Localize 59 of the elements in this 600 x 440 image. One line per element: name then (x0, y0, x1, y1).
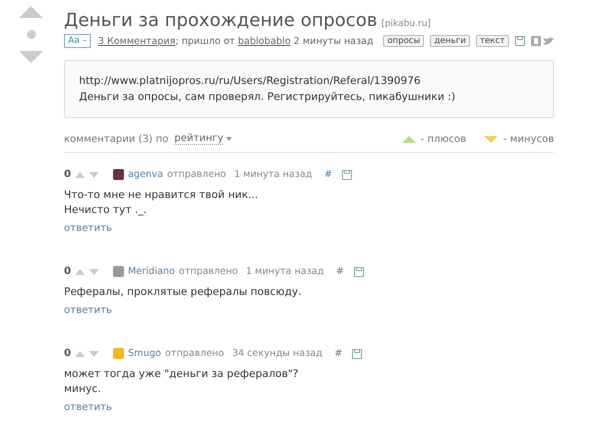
tag[interactable]: деньги (430, 35, 470, 47)
upvote-icon[interactable] (74, 268, 85, 274)
permalink[interactable]: # (324, 169, 332, 180)
comment-author[interactable]: Meridiano (128, 266, 175, 277)
reply-link[interactable]: ответить (64, 223, 112, 234)
font-size-toggle[interactable]: Aa – (64, 34, 92, 48)
plus-icon (402, 136, 416, 142)
downvote-icon[interactable] (88, 350, 99, 356)
comment-score: 0 (64, 348, 71, 359)
comment-score: 0 (64, 169, 71, 180)
comment-author[interactable]: Smugo (128, 348, 162, 359)
downvote-icon[interactable] (88, 172, 99, 178)
comment-time: 1 минута назад (246, 266, 324, 277)
comment-time: 34 секунды назад (232, 348, 322, 359)
post-title: Деньги за прохождение опросов (64, 10, 378, 31)
upvote-icon[interactable] (74, 172, 85, 178)
comment-text: минус. (64, 382, 102, 397)
comment-text: может тогда уже "деньги за рефералов"? (64, 367, 300, 382)
comment-text: Рефералы, проклятые рефералы повсюду. (64, 285, 302, 300)
post-text: http://www.platnijopros.ru/ru/Users/Registration/Referal/1390976 (79, 74, 422, 89)
save-icon[interactable] (354, 266, 364, 276)
comments-link[interactable]: 3 Комментария (98, 36, 176, 46)
bird-icon[interactable] (542, 36, 554, 46)
minus-legend: - минусов (503, 134, 554, 144)
author-link[interactable]: bablobablo (238, 36, 291, 46)
avatar-icon (112, 266, 124, 277)
save-icon[interactable] (352, 348, 362, 358)
sent-label: отправлено (165, 348, 224, 359)
comment-author[interactable]: agenva (128, 169, 164, 180)
comments-label: комментарии (3) по (64, 134, 168, 144)
post-text: Деньги за опросы, сам проверял. Регистрируйтесь, пикабушники :) (79, 90, 456, 105)
comment-time: 1 минута назад (234, 169, 312, 180)
save-icon[interactable] (514, 36, 525, 46)
comment-score: 0 (64, 266, 71, 277)
caret-icon[interactable] (226, 137, 232, 141)
plus-legend: - плюсов (420, 134, 466, 144)
comment-text: Нечисто тут ._. (64, 203, 148, 218)
tag[interactable]: текст (476, 35, 509, 47)
avatar-icon (112, 348, 124, 359)
sent-label: отправлено (178, 266, 238, 277)
upvote-icon[interactable] (74, 350, 85, 356)
dot-icon (26, 30, 36, 39)
meta-text: ; пришло от (175, 36, 236, 46)
minus-icon (484, 136, 498, 142)
source-label: [pikabu.ru] (381, 19, 431, 29)
permalink[interactable]: # (336, 266, 344, 277)
post-time: 2 минуты назад (292, 36, 374, 46)
comment-text: Что-то мне не нравится твой ник... (64, 188, 260, 203)
downvote-icon[interactable] (19, 51, 43, 63)
reply-link[interactable]: ответить (64, 305, 112, 316)
downvote-icon[interactable] (88, 268, 99, 274)
sort-dropdown[interactable]: рейтингу (174, 133, 224, 145)
permalink[interactable]: # (334, 348, 342, 359)
save-icon[interactable] (342, 170, 352, 180)
tag[interactable]: опросы (383, 35, 424, 47)
upvote-icon[interactable] (19, 6, 43, 18)
sent-label: отправлено (167, 169, 226, 180)
avatar-icon (112, 169, 124, 180)
reply-link[interactable]: ответить (64, 402, 112, 413)
